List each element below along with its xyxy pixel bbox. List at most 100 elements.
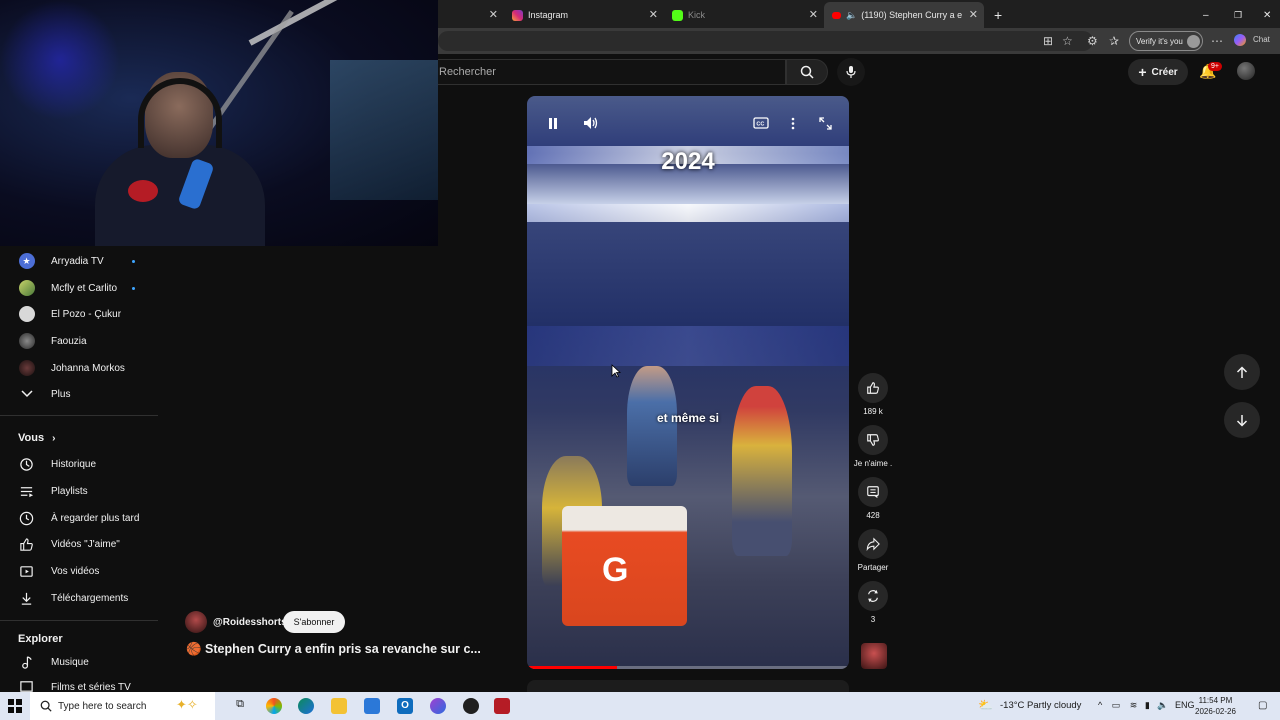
- extensions-icon[interactable]: ⚙: [1087, 34, 1098, 48]
- sidebar-item-label: Musique: [51, 656, 89, 668]
- network-icon[interactable]: ▭: [1112, 700, 1121, 710]
- tab-label: Instagram: [528, 10, 569, 20]
- video-title[interactable]: 🏀 Stephen Curry a enfin pris sa revanche…: [186, 642, 481, 657]
- subscribe-button[interactable]: S'abonner: [283, 611, 345, 633]
- play-square-icon: [18, 563, 35, 580]
- speaker-icon[interactable]: 🔈: [846, 10, 857, 21]
- sidebar-item-your-videos[interactable]: Vos vidéos: [0, 558, 160, 584]
- sidebar-item-watch-later[interactable]: À regarder plus tard: [0, 505, 160, 531]
- thumbs-up-icon: [18, 536, 35, 553]
- search-input[interactable]: Rechercher: [438, 59, 786, 85]
- messenger-icon[interactable]: [430, 698, 446, 714]
- streaming-app-icon[interactable]: [494, 698, 510, 714]
- verify-profile-button[interactable]: Verify it's you: [1129, 31, 1203, 51]
- film-icon: [18, 678, 35, 692]
- favorites-icon[interactable]: ✰: [1109, 34, 1119, 48]
- create-button[interactable]: + Créer: [1128, 59, 1188, 85]
- pause-button[interactable]: [544, 114, 562, 132]
- sidebar-item-films[interactable]: Films et séries TV: [0, 676, 160, 692]
- sidebar-subscription-johanna[interactable]: Johanna Morkos: [0, 355, 160, 381]
- webcam-overlay: [0, 0, 438, 246]
- edge-icon[interactable]: [298, 698, 314, 714]
- close-window-icon[interactable]: ✕: [1255, 2, 1275, 28]
- new-tab-button[interactable]: +: [986, 2, 1008, 28]
- windows-start-icon[interactable]: [8, 699, 22, 713]
- notification-badge: 9+: [1208, 62, 1222, 71]
- fullscreen-button[interactable]: [816, 114, 834, 132]
- apps-icon[interactable]: ⊞: [1043, 34, 1053, 48]
- notification-center-icon[interactable]: ▢: [1258, 700, 1267, 711]
- verify-label: Verify it's you: [1136, 36, 1183, 46]
- store-icon[interactable]: [364, 698, 380, 714]
- remix-button[interactable]: 3: [856, 581, 890, 624]
- copilot-icon[interactable]: [266, 698, 282, 714]
- thumbs-up-icon: [858, 373, 888, 403]
- chevron-right-icon: ›: [52, 433, 56, 444]
- next-short-button[interactable]: [1224, 402, 1260, 438]
- previous-short-button[interactable]: [1224, 354, 1260, 390]
- sidebar-you-heading[interactable]: Vous ›: [18, 432, 55, 444]
- video-progress-bar[interactable]: [527, 666, 849, 669]
- sidebar-item-liked-videos[interactable]: Vidéos "J'aime": [0, 531, 160, 557]
- sidebar-item-history[interactable]: Historique: [0, 451, 160, 477]
- windows-taskbar: Type here to search ✦✧ ⧉ O ⛅ -13°C Partl…: [0, 692, 1280, 720]
- obs-icon[interactable]: [463, 698, 479, 714]
- you-heading-label: Vous: [18, 432, 45, 444]
- channel-avatar: [18, 280, 35, 297]
- account-avatar[interactable]: [1237, 62, 1255, 80]
- tab-youtube[interactable]: 🔈 (1190) Stephen Curry a e ✕: [824, 2, 984, 28]
- dislike-label: Je n'aime .: [853, 459, 893, 468]
- favorite-star-icon[interactable]: ☆: [1062, 34, 1073, 48]
- task-view-icon[interactable]: ⧉: [232, 698, 248, 714]
- sidebar-subscription-mcfly[interactable]: Mcfly et Carlito: [0, 275, 160, 301]
- shorts-video-player[interactable]: G 2024 et même si CC: [527, 96, 849, 669]
- address-field[interactable]: [438, 31, 1093, 51]
- file-explorer-icon[interactable]: [331, 698, 347, 714]
- system-tray[interactable]: ^ ▭ ≋ ▮ 🔈 ENG: [1098, 700, 1195, 711]
- close-tab-icon[interactable]: ✕: [809, 8, 818, 21]
- close-tab-icon[interactable]: ✕: [489, 8, 498, 21]
- wifi-icon[interactable]: ≋: [1130, 700, 1138, 710]
- taskbar-clock[interactable]: 11:54 PM 2026-02-26: [1195, 695, 1236, 717]
- volume-icon[interactable]: 🔈: [1157, 700, 1168, 710]
- close-tab-icon[interactable]: ✕: [649, 8, 658, 21]
- more-options-button[interactable]: [784, 114, 802, 132]
- tab-instagram[interactable]: Instagram ✕: [504, 2, 664, 28]
- captions-button[interactable]: CC: [752, 114, 770, 132]
- chevron-up-icon[interactable]: ^: [1098, 700, 1102, 710]
- live-dot: [132, 259, 135, 263]
- channel-avatar[interactable]: [185, 611, 207, 633]
- sidebar-item-music[interactable]: Musique: [0, 649, 160, 675]
- chat-label[interactable]: Chat: [1253, 35, 1270, 44]
- video-year-overlay: 2024: [661, 148, 715, 175]
- search-button[interactable]: [786, 59, 828, 85]
- tab-kick[interactable]: Kick ✕: [664, 2, 824, 28]
- copilot-icon[interactable]: [1234, 34, 1246, 46]
- microphone-icon[interactable]: ▮: [1145, 700, 1150, 710]
- sidebar-item-downloads[interactable]: Téléchargements: [0, 585, 160, 611]
- channel-thumbnail[interactable]: [861, 643, 887, 669]
- restore-icon[interactable]: ❐: [1226, 2, 1246, 28]
- close-tab-icon[interactable]: ✕: [969, 8, 978, 21]
- dislike-button[interactable]: Je n'aime .: [854, 425, 892, 468]
- tab-previous[interactable]: ✕: [438, 2, 504, 28]
- volume-button[interactable]: [582, 114, 600, 132]
- channel-name[interactable]: @Roidesshorts: [213, 617, 287, 628]
- voice-search-button[interactable]: [837, 58, 865, 86]
- youtube-icon: [832, 11, 841, 19]
- minimize-icon[interactable]: –: [1195, 2, 1215, 28]
- language-indicator[interactable]: ENG: [1175, 700, 1195, 710]
- sidebar-item-playlists[interactable]: Playlists: [0, 478, 160, 504]
- sidebar-subscription-elpozo[interactable]: El Pozo - Çukur: [0, 301, 160, 327]
- comments-button[interactable]: 428: [856, 477, 890, 520]
- clock-icon: [18, 510, 35, 527]
- sidebar-subscription-faouzia[interactable]: Faouzia: [0, 328, 160, 354]
- taskbar-search-input[interactable]: Type here to search ✦✧: [30, 692, 215, 720]
- more-menu-icon[interactable]: ⋯: [1211, 34, 1223, 48]
- outlook-icon[interactable]: O: [397, 698, 413, 714]
- sidebar-more-button[interactable]: Plus: [0, 381, 160, 407]
- share-button[interactable]: Partager: [856, 529, 890, 572]
- like-button[interactable]: 189 k: [856, 373, 890, 416]
- sidebar-subscription-arryadia[interactable]: ★ Arryadia TV: [0, 248, 160, 274]
- weather-widget[interactable]: -13°C Partly cloudy: [1000, 700, 1081, 711]
